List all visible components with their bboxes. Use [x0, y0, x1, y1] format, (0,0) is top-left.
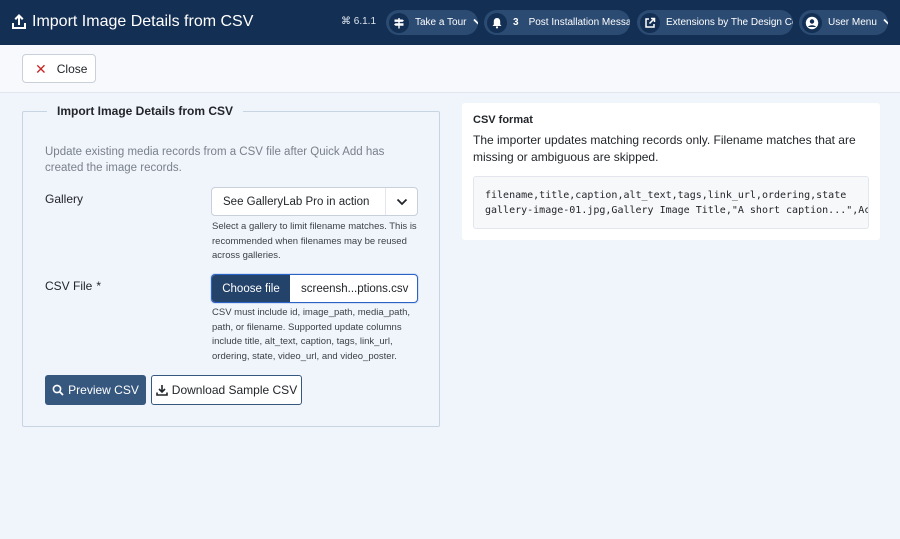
csv-format-code-block: filename,title,caption,alt_text,tags,lin…: [473, 176, 869, 229]
search-icon: [52, 384, 64, 396]
gallery-select[interactable]: See GalleryLab Pro in action: [211, 187, 418, 216]
extensions-link-button[interactable]: Extensions by The Design Com...: [637, 10, 793, 35]
gallery-help-text: Select a gallery to limit filename match…: [212, 221, 417, 261]
selected-file-name: screensh...ptions.csv: [301, 282, 409, 295]
signpost-icon: [389, 12, 409, 33]
download-sample-csv-label: Download Sample CSV: [171, 383, 298, 397]
download-icon: [155, 384, 168, 396]
import-fieldset: Import Image Details from CSV Update exi…: [22, 104, 440, 427]
external-link-icon: [640, 12, 660, 33]
chevron-down-icon: [385, 188, 417, 215]
required-marker: *: [96, 279, 102, 293]
choose-file-button[interactable]: Choose file: [212, 275, 290, 302]
post-installation-label: Post Installation Messages: [528, 17, 630, 28]
gallery-select-value: See GalleryLab Pro in action: [223, 195, 370, 208]
csv-code-line-2: gallery-image-01.jpg,Gallery Image Title…: [485, 205, 868, 216]
csv-code-line-1: filename,title,caption,alt_text,tags,lin…: [485, 190, 847, 201]
take-a-tour-button[interactable]: Take a Tour: [386, 10, 478, 35]
csv-file-input[interactable]: Choose file screensh...ptions.csv: [211, 274, 418, 303]
csv-format-card: CSV format The importer updates matching…: [462, 103, 880, 240]
user-menu-label: User Menu: [828, 17, 877, 28]
version-label: ⌘ 6.1.1: [341, 16, 377, 27]
preview-csv-button[interactable]: Preview CSV: [45, 375, 146, 405]
take-a-tour-label: Take a Tour: [415, 17, 467, 28]
extensions-label: Extensions by The Design Com...: [666, 17, 793, 28]
fieldset-legend: Import Image Details from CSV: [47, 104, 244, 118]
csv-file-label-text: CSV File: [45, 279, 93, 293]
csv-format-text: The importer updates matching records on…: [473, 133, 856, 164]
download-sample-csv-button[interactable]: Download Sample CSV: [151, 375, 302, 405]
gallery-label: Gallery: [45, 192, 84, 206]
upload-icon: [11, 13, 27, 31]
close-icon: ✕: [35, 60, 47, 77]
csv-help-text: CSV must include id, image_path, media_p…: [212, 307, 411, 362]
csv-file-label: CSV File *: [45, 279, 101, 293]
toolbar: ✕ Close: [0, 45, 900, 93]
post-installation-count-badge: 3: [513, 17, 519, 28]
user-icon: [802, 12, 822, 33]
close-label: Close: [56, 61, 88, 76]
bell-icon: [487, 12, 507, 33]
csv-format-title: CSV format: [473, 114, 533, 126]
chevron-down-icon: [472, 17, 478, 28]
chevron-down-icon: [883, 17, 888, 28]
top-header: Import Image Details from CSV ⌘ 6.1.1 Ta…: [0, 0, 900, 45]
preview-csv-label: Preview CSV: [68, 383, 139, 397]
page-title: Import Image Details from CSV: [32, 13, 254, 30]
user-menu-button[interactable]: User Menu: [799, 10, 888, 35]
close-button[interactable]: ✕ Close: [22, 54, 96, 83]
post-installation-messages-button[interactable]: 3 Post Installation Messages: [484, 10, 630, 35]
form-description: Update existing media records from a CSV…: [45, 146, 385, 174]
